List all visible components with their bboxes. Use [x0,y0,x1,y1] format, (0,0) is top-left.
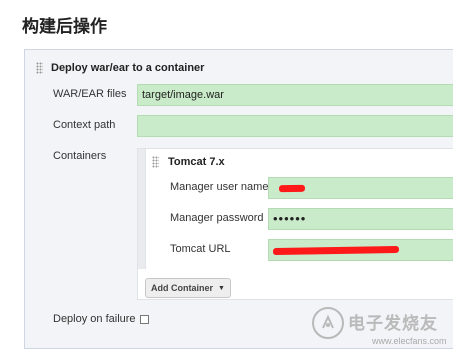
war-files-label: WAR/EAR files [53,88,127,100]
container-side-bar [138,149,146,269]
watermark-logo-icon [312,307,344,339]
manager-user-input[interactable] [268,177,453,199]
section-title: Deploy war/ear to a container [51,62,205,74]
containers-box: Tomcat 7.x Manager user name Manager pas… [137,148,453,300]
redaction-mark [278,184,306,193]
manager-password-label: Manager password [170,212,264,224]
page-title: 构建后操作 [22,17,107,36]
deploy-on-failure-label: Deploy on failure [53,313,136,325]
watermark-text: 电子发烧友 [348,314,438,333]
add-container-label: Add Container [151,283,214,293]
add-container-button[interactable]: Add Container ▼ [145,278,231,298]
containers-label: Containers [53,150,107,162]
manager-password-input[interactable]: •••••• [268,208,453,230]
deploy-section: Deploy war/ear to a container WAR/EAR fi… [24,49,453,349]
context-path-label: Context path [53,119,116,131]
watermark: 电子发烧友 www.elecfans.com [312,305,452,353]
container-title: Tomcat 7.x [168,156,225,168]
chevron-down-icon: ▼ [218,284,225,292]
drag-handle-icon[interactable] [36,62,43,74]
tomcat-url-input[interactable] [268,239,453,261]
redaction-mark [272,245,400,256]
deploy-on-failure-checkbox[interactable] [140,315,149,324]
container-drag-handle-icon[interactable] [152,156,159,168]
context-path-input[interactable] [137,115,453,137]
war-files-input[interactable]: target/image.war [137,84,453,106]
watermark-url: www.elecfans.com [372,336,447,346]
manager-user-label: Manager user name [170,181,269,193]
tomcat-url-label: Tomcat URL [170,243,231,255]
